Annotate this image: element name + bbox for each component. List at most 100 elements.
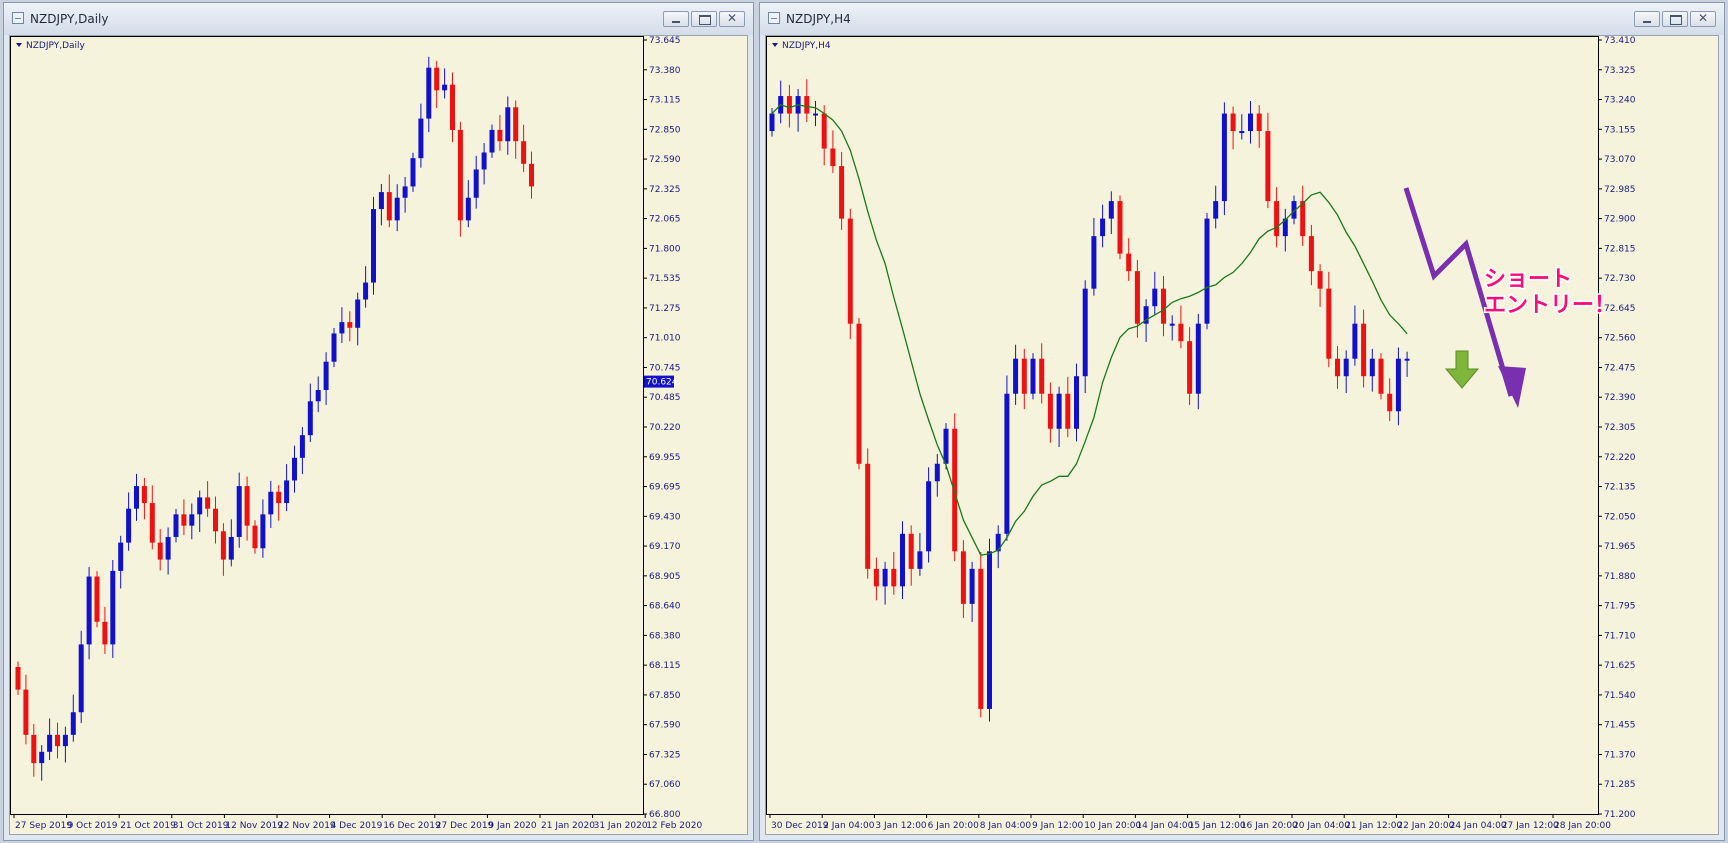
candle-down [1300, 201, 1306, 237]
candle-down [513, 107, 519, 142]
x-tick-label: 3 Jan 12:00 [875, 821, 927, 831]
x-tick-label: 21 Jan 2020 [541, 821, 595, 831]
candle-down [450, 84, 455, 130]
candle-up [465, 197, 471, 221]
candle-down [94, 576, 100, 622]
candle-down [31, 734, 37, 764]
y-tick-label: 73.070 [1604, 155, 1636, 165]
bid-price-label: 70.624 [646, 378, 678, 388]
candle-up [1056, 393, 1062, 429]
candle-up [1108, 201, 1114, 219]
window-titlebar[interactable]: NZDJPY,H4 [760, 3, 1724, 35]
candle-up [39, 751, 45, 764]
y-tick-label: 71.625 [1604, 661, 1636, 671]
candle-up [323, 361, 329, 390]
candlestick-chart-daily[interactable]: NZDJPY,Daily 73.645 73.380 73.115 72.850 72.5… [10, 36, 749, 836]
candle-down [1021, 358, 1027, 394]
candle-down [978, 568, 984, 709]
candle-down [1317, 271, 1323, 289]
candle-up [900, 533, 905, 587]
restore-button[interactable] [691, 11, 717, 27]
candle-down [1039, 358, 1045, 394]
chart-window-icon [12, 12, 24, 24]
y-tick-label: 71.800 [649, 244, 681, 254]
candle-down [873, 568, 879, 587]
candle-down [141, 486, 147, 504]
y-tick-label: 73.325 [1604, 66, 1636, 76]
y-tick-label: 68.115 [649, 661, 681, 671]
candle-down [434, 67, 440, 91]
x-tick-label: 15 Jan 12:00 [1189, 821, 1246, 831]
restore-button[interactable] [1662, 11, 1688, 27]
y-tick-label: 70.745 [649, 363, 681, 373]
y-tick-label: 72.065 [649, 215, 681, 225]
chart-window-h4[interactable]: NZDJPY,H4 NZDJPY,H4 73.410 73.325 73.240 73.… [759, 2, 1725, 841]
short-entry-callout-line1: ショート [1484, 267, 1572, 292]
y-tick-label: 70.220 [649, 423, 681, 433]
candle-up [134, 486, 139, 509]
chart-window-daily[interactable]: NZDJPY,Daily NZDJPY,Daily 73.645 73.380 73.… [3, 2, 754, 841]
y-tick-label: 67.590 [649, 721, 681, 731]
x-tick-label: 14 Jan 04:00 [1136, 821, 1193, 831]
candle-up [1030, 358, 1036, 394]
x-tick-label: 9 Jan 12:00 [1032, 821, 1084, 831]
minimize-button[interactable] [663, 11, 689, 27]
candle-down [1230, 113, 1236, 132]
candle-down [1308, 236, 1314, 272]
y-tick-label: 73.380 [649, 66, 681, 76]
y-tick-label: 72.560 [1604, 334, 1636, 344]
x-tick-label: 27 Dec 2019 [436, 821, 494, 831]
minimize-button[interactable] [1634, 11, 1660, 27]
y-tick-label: 71.455 [1604, 721, 1636, 731]
chart-area[interactable]: NZDJPY,H4 73.410 73.325 73.240 73.155 73.070 7… [765, 35, 1719, 835]
y-tick-label: 69.695 [649, 483, 681, 493]
y-tick-label: 68.905 [649, 572, 681, 582]
close-button[interactable] [719, 11, 745, 27]
y-tick-label: 71.795 [1604, 602, 1636, 612]
y-tick-label: 72.900 [1604, 215, 1636, 225]
y-tick-label: 67.325 [649, 750, 681, 760]
candle-down [213, 508, 218, 532]
x-tick-label: 21 Oct 2019 [120, 821, 176, 831]
window-title: NZDJPY,Daily [30, 12, 109, 26]
y-tick-label: 73.115 [649, 96, 681, 106]
candle-up [426, 67, 432, 119]
y-tick-label: 71.285 [1604, 780, 1636, 790]
candle-down [244, 486, 250, 526]
x-tick-label: 27 Jan 12:00 [1502, 821, 1559, 831]
candle-down [1161, 288, 1166, 324]
x-tick-label: 22 Jan 20:00 [1397, 821, 1454, 831]
y-tick-label: 72.985 [1604, 185, 1636, 195]
candle-up [442, 84, 448, 91]
candle-down [847, 218, 853, 324]
y-tick-label: 71.010 [649, 334, 681, 344]
candle-up [481, 152, 487, 170]
candle-up [769, 113, 775, 132]
candle-down [205, 497, 211, 509]
candle-up [402, 186, 408, 198]
candle-up [70, 712, 76, 735]
candle-down [347, 322, 353, 328]
window-titlebar[interactable]: NZDJPY,Daily [4, 3, 753, 35]
candle-up [363, 282, 369, 300]
x-tick-label: 9 Oct 2019 [68, 821, 118, 831]
candle-up [315, 389, 321, 402]
candlestick-chart-h4[interactable]: NZDJPY,H4 73.410 73.325 73.240 73.155 73.070 7… [766, 36, 1720, 836]
plot-frame [766, 36, 1599, 815]
chart-area[interactable]: NZDJPY,Daily 73.645 73.380 73.115 72.850 72.5… [9, 35, 748, 835]
candle-down [529, 163, 534, 187]
y-tick-label: 69.430 [649, 512, 681, 522]
candle-down [1187, 341, 1193, 394]
candle-down [952, 428, 958, 552]
candle-down [497, 129, 503, 142]
candle-up [62, 734, 68, 747]
candle-up [331, 333, 337, 362]
candle-up [1221, 113, 1227, 202]
candle-down [1178, 323, 1184, 342]
candle-up [355, 299, 361, 328]
short-entry-callout-line2: エントリー！ [1484, 293, 1616, 318]
close-button[interactable] [1690, 11, 1716, 27]
y-tick-label: 73.645 [649, 36, 681, 46]
x-tick-label: 20 Jan 04:00 [1293, 821, 1350, 831]
candle-down [804, 96, 810, 114]
